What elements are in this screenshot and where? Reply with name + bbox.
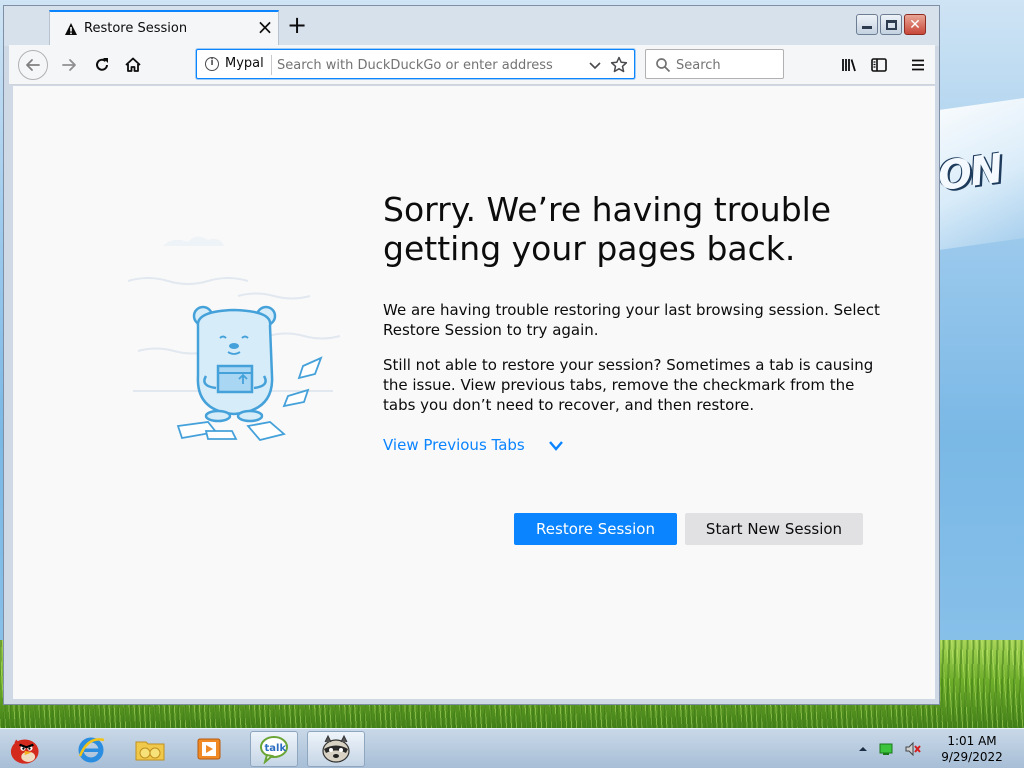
library-icon <box>842 59 856 72</box>
maximize-icon <box>885 19 897 30</box>
tab-title: Restore Session <box>84 21 188 36</box>
home-button[interactable] <box>119 51 147 79</box>
address-input[interactable] <box>277 54 577 76</box>
angry-bird-icon <box>10 739 39 764</box>
window-controls: ✕ <box>856 14 926 35</box>
forward-arrow-icon <box>62 59 76 71</box>
identity-label: Mypal <box>225 56 264 71</box>
taskbar-clock[interactable]: 1:01 AM 9/29/2022 <box>930 733 1014 765</box>
home-icon <box>125 57 141 72</box>
close-window-button[interactable]: ✕ <box>904 14 926 35</box>
view-previous-tabs-link[interactable]: View Previous Tabs <box>383 436 525 454</box>
network-icon[interactable] <box>878 741 894 757</box>
system-tray <box>858 741 922 757</box>
svg-text:talk: talk <box>265 743 287 754</box>
chevron-down-icon[interactable] <box>586 56 604 74</box>
bookmark-star-icon[interactable] <box>609 55 629 75</box>
restore-session-button[interactable]: Restore Session <box>514 513 677 545</box>
clock-time: 1:01 AM <box>947 734 997 748</box>
close-icon: ✕ <box>909 16 921 33</box>
taskbar-angry-birds[interactable] <box>4 731 42 767</box>
hamburger-menu-icon <box>912 59 924 71</box>
folder-icon <box>135 741 165 761</box>
google-talk-icon: talk <box>260 736 288 764</box>
mypal-raccoon-icon <box>322 734 350 763</box>
back-arrow-icon <box>26 59 40 71</box>
help-paragraph: Still not able to restore your session? … <box>383 356 874 414</box>
clock-date: 9/29/2022 <box>941 750 1003 764</box>
internet-explorer-icon <box>78 737 105 763</box>
wallpaper-logo: ON <box>935 145 1005 201</box>
sidebar-icon <box>871 58 887 72</box>
start-new-session-button[interactable]: Start New Session <box>685 513 863 545</box>
navigation-toolbar: i Mypal <box>9 45 935 85</box>
show-hidden-icons-icon[interactable] <box>858 744 868 754</box>
reload-icon <box>96 58 108 71</box>
maximize-button[interactable] <box>880 14 902 35</box>
search-icon <box>656 58 671 73</box>
minimize-icon <box>862 26 872 29</box>
search-bar[interactable] <box>645 49 784 79</box>
taskbar-mypal[interactable] <box>307 731 365 767</box>
minimize-button[interactable] <box>856 14 878 35</box>
menu-button[interactable] <box>904 51 932 79</box>
taskbar-folders[interactable] <box>131 731 169 767</box>
library-button[interactable] <box>835 51 863 79</box>
title-bar: Restore Session × + ✕ <box>4 6 939 46</box>
url-bar[interactable]: i Mypal <box>196 49 635 79</box>
taskbar-internet-explorer[interactable] <box>72 731 110 767</box>
info-icon: i <box>205 56 219 71</box>
search-input[interactable] <box>676 54 776 76</box>
warning-icon <box>65 23 77 35</box>
tab-close-button[interactable]: × <box>254 16 276 38</box>
back-button[interactable] <box>18 50 48 80</box>
site-identity[interactable]: i Mypal <box>205 56 264 71</box>
polar-bear-illustration <box>127 236 341 442</box>
sidebar-button[interactable] <box>865 51 893 79</box>
media-player-icon <box>197 738 221 760</box>
new-tab-button[interactable]: + <box>283 12 311 40</box>
tab-restore-session[interactable]: Restore Session × <box>49 10 279 46</box>
description-paragraph: We are having trouble restoring your las… <box>383 301 880 339</box>
taskbar-google-talk[interactable]: talk <box>250 731 298 767</box>
forward-button[interactable] <box>55 51 83 79</box>
browser-window: Restore Session × + ✕ i Mypal Search wit… <box>3 5 940 705</box>
taskbar: talk 1:01 AM 9/29/2022 <box>0 728 1024 768</box>
chevron-down-icon[interactable] <box>547 439 565 453</box>
volume-muted-icon[interactable] <box>904 741 922 757</box>
taskbar-media-player[interactable] <box>190 731 228 767</box>
url-separator <box>271 55 272 75</box>
page-title: Sorry. We’re having trouble getting your… <box>383 190 832 268</box>
page-content: Sorry. We’re having trouble getting your… <box>13 86 935 699</box>
reload-button[interactable] <box>88 51 116 79</box>
